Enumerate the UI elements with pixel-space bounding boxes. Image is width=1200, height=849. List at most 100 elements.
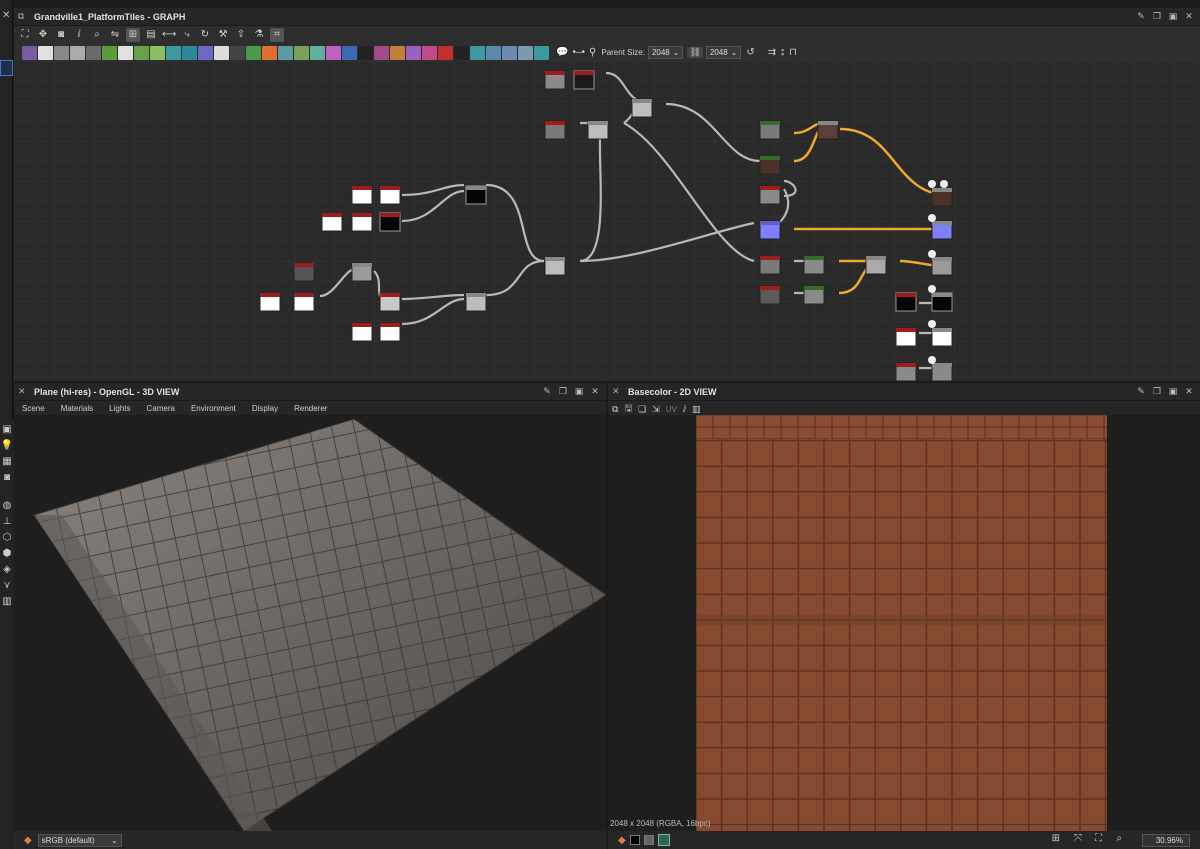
- mask-node-icon[interactable]: [422, 45, 437, 60]
- menu-environment[interactable]: Environment: [191, 404, 236, 413]
- menu-lights[interactable]: Lights: [109, 404, 130, 413]
- parent-size-dropdown[interactable]: 2048 ⌄: [647, 46, 684, 59]
- warning-node-icon[interactable]: [390, 45, 405, 60]
- camera-icon[interactable]: ◙: [0, 470, 14, 486]
- drop-node-icon[interactable]: [70, 45, 85, 60]
- zoom-input[interactable]: 30.96%: [1142, 834, 1190, 847]
- dock-selection-tab[interactable]: [0, 60, 13, 76]
- layers-icon[interactable]: ◈: [0, 562, 14, 578]
- circle-node-icon[interactable]: [198, 45, 213, 60]
- histogram-icon[interactable]: ▥: [692, 404, 701, 415]
- fullscreen-icon[interactable]: ⛶: [1095, 833, 1102, 844]
- graph-canvas[interactable]: [14, 61, 1200, 381]
- grayscale-node-icon[interactable]: [54, 45, 69, 60]
- sphere-icon[interactable]: ◍: [0, 498, 14, 514]
- branch-icon[interactable]: ⋎: [0, 578, 14, 594]
- reset-icon[interactable]: ↺: [746, 47, 754, 58]
- connect-icon[interactable]: ⇉: [768, 47, 776, 58]
- warp-node-icon[interactable]: [150, 45, 165, 60]
- image-icon[interactable]: ▦: [0, 454, 14, 470]
- portal-node-icon[interactable]: [534, 45, 549, 60]
- light-icon[interactable]: 💡: [0, 438, 14, 454]
- close-icon[interactable]: ✕: [2, 10, 10, 21]
- color-node-icon[interactable]: [326, 45, 341, 60]
- value-node-icon[interactable]: [454, 45, 469, 60]
- link-size-icon[interactable]: ⛓: [687, 47, 703, 58]
- pin-icon[interactable]: ✎: [1136, 386, 1146, 397]
- layers-icon[interactable]: ◆: [24, 835, 32, 846]
- dot-link-icon[interactable]: •–•: [572, 47, 585, 58]
- text-node-icon[interactable]: [406, 45, 421, 60]
- fit-icon[interactable]: ⤧: [1074, 833, 1082, 844]
- vertical-connect-icon[interactable]: ⦂: [781, 47, 784, 58]
- gray-swatch[interactable]: [643, 835, 654, 845]
- move-icon[interactable]: ✥: [36, 28, 50, 42]
- pin-icon[interactable]: ✎: [542, 386, 552, 397]
- table-icon[interactable]: ▤: [144, 28, 158, 42]
- zoom-icon[interactable]: ⌕: [1116, 833, 1122, 844]
- close-icon[interactable]: ✕: [590, 386, 600, 397]
- histogram-icon[interactable]: ▥: [0, 594, 14, 610]
- levels-node-icon[interactable]: [118, 45, 133, 60]
- export-icon[interactable]: ⇪: [234, 28, 248, 42]
- loop-icon[interactable]: ↻: [198, 28, 212, 42]
- cube-outline-icon[interactable]: ⬢: [0, 546, 14, 562]
- pixel-node-icon[interactable]: [262, 45, 277, 60]
- info-icon[interactable]: ⅈ: [72, 28, 86, 42]
- bitmap-node-icon[interactable]: [22, 45, 37, 60]
- gradient-node-icon[interactable]: [134, 45, 149, 60]
- shape-node-icon[interactable]: [182, 45, 197, 60]
- close-icon[interactable]: ✕: [612, 386, 626, 397]
- menu-display[interactable]: Display: [252, 404, 278, 413]
- graph-nodes[interactable]: [259, 70, 953, 381]
- fxmap-node-icon[interactable]: [278, 45, 293, 60]
- maximize-icon[interactable]: ▣: [1168, 11, 1178, 22]
- hsl-node-icon[interactable]: [342, 45, 357, 60]
- comment-node-icon[interactable]: [502, 45, 517, 60]
- sharpen-node-icon[interactable]: [294, 45, 309, 60]
- align-icon[interactable]: ⟷: [162, 28, 176, 42]
- frame-node-icon[interactable]: [470, 45, 485, 60]
- link-icon[interactable]: ⇋: [108, 28, 122, 42]
- output-node-icon[interactable]: [438, 45, 453, 60]
- close-icon[interactable]: ✕: [1184, 386, 1194, 397]
- pattern-node-icon[interactable]: [230, 45, 245, 60]
- navigation-node-icon[interactable]: [518, 45, 533, 60]
- hierarchy-icon[interactable]: ⊓: [789, 47, 797, 58]
- fx-node-icon[interactable]: [246, 45, 261, 60]
- grid-snap-icon[interactable]: ⌗: [270, 28, 284, 42]
- uniform-node-icon[interactable]: [38, 45, 53, 60]
- tools-icon[interactable]: ⚒: [216, 28, 230, 42]
- 3d-viewport[interactable]: [14, 415, 606, 831]
- video-camera-icon[interactable]: ▣: [0, 422, 14, 438]
- layers-icon[interactable]: ◆: [618, 835, 626, 846]
- info-icon[interactable]: ⅈ: [683, 404, 686, 415]
- search-icon[interactable]: ⌕: [90, 28, 104, 42]
- axis-icon[interactable]: ⊥: [0, 514, 14, 530]
- restore-icon[interactable]: ❐: [1152, 386, 1162, 397]
- view-mode-icon[interactable]: [657, 834, 670, 846]
- 2d-viewport[interactable]: [608, 415, 1200, 831]
- camera-icon[interactable]: ◙: [54, 28, 68, 42]
- maximize-icon[interactable]: ▣: [574, 386, 584, 397]
- menu-scene[interactable]: Scene: [22, 404, 45, 413]
- duplicate-icon[interactable]: ❏: [638, 404, 646, 415]
- colorspace-dropdown[interactable]: sRGB (default) ⌄: [37, 833, 122, 847]
- maximize-icon[interactable]: ▣: [1168, 386, 1178, 397]
- copy-icon[interactable]: ⧉: [612, 404, 618, 415]
- pin-node-icon[interactable]: [486, 45, 501, 60]
- noise-node-icon[interactable]: [358, 45, 373, 60]
- restore-icon[interactable]: ❐: [1152, 11, 1162, 22]
- export-image-icon[interactable]: ⇲: [652, 404, 660, 415]
- black-swatch[interactable]: [629, 835, 640, 845]
- cube-icon[interactable]: ⬡: [0, 530, 14, 546]
- restore-icon[interactable]: ❐: [558, 386, 568, 397]
- frame-icon[interactable]: ⛶: [18, 28, 32, 42]
- close-icon[interactable]: ✕: [1184, 11, 1194, 22]
- branch-icon[interactable]: ⤷: [180, 28, 194, 42]
- transform-node-icon[interactable]: [166, 45, 181, 60]
- blend-node-icon[interactable]: [86, 45, 101, 60]
- flask-icon[interactable]: ⚗: [252, 28, 266, 42]
- menu-camera[interactable]: Camera: [147, 404, 175, 413]
- comment-icon[interactable]: 💬: [556, 47, 568, 58]
